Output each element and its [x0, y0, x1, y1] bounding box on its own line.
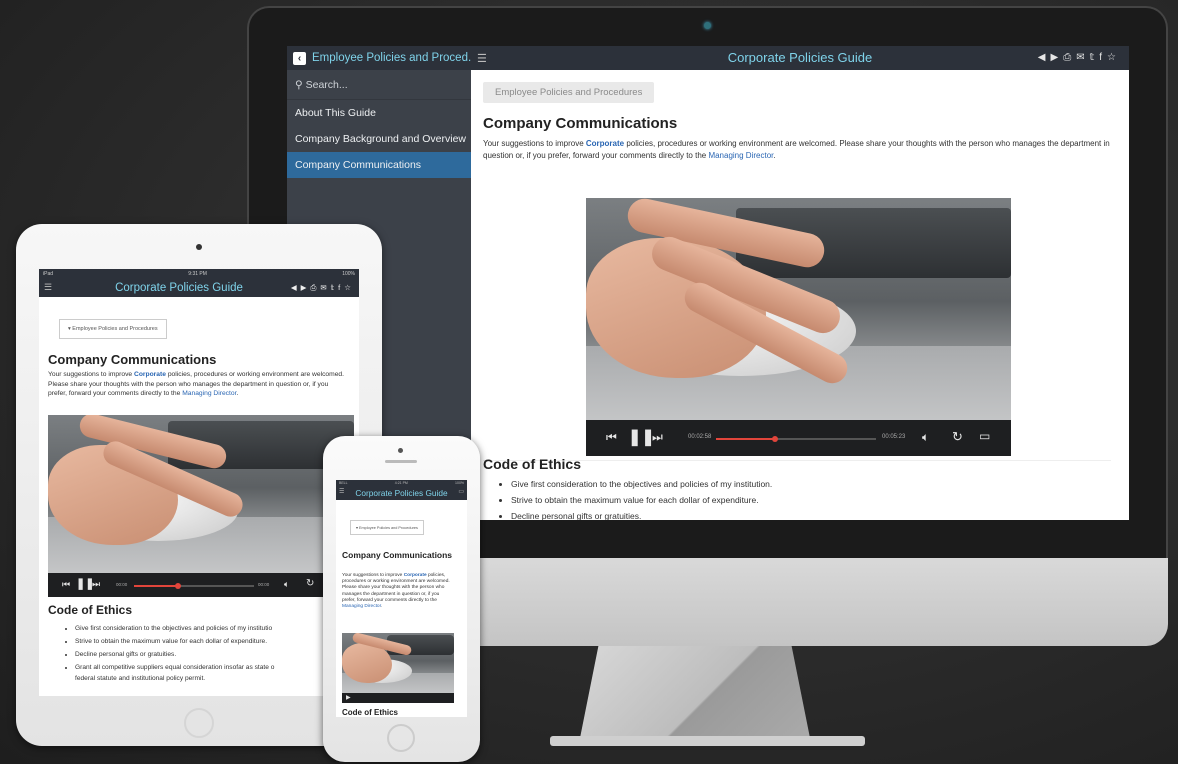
- phone-screen: BELL 4:21 PM 100% ☰ Corporate Policies G…: [336, 480, 467, 717]
- ethics-list: Give first consideration to the objectiv…: [75, 622, 355, 683]
- phone-home-button[interactable]: [387, 724, 415, 752]
- sidebar-item-about[interactable]: About This Guide: [287, 100, 471, 126]
- intro-text-3: .: [236, 390, 239, 397]
- search-placeholder: Search...: [305, 79, 348, 91]
- list-item: Strive to obtain the maximum value for e…: [511, 492, 772, 508]
- tablet-camera: [196, 244, 202, 250]
- list-item: Strive to obtain the maximum value for e…: [75, 635, 355, 648]
- sidebar-item-communications[interactable]: Company Communications: [287, 152, 471, 178]
- tablet-top-bar: ☰ Corporate Policies Guide ◀▶⎙✉𝕥f☆: [39, 279, 359, 297]
- list-item: Decline personal gifts or gratuities.: [511, 508, 772, 520]
- video-controls: ▶: [342, 693, 454, 703]
- progress-knob[interactable]: [175, 583, 182, 589]
- list-item: Decline personal gifts or gratuities.: [75, 648, 355, 661]
- monitor-base: [550, 736, 865, 746]
- search-input[interactable]: ⚲ Search...: [287, 70, 471, 100]
- ethics-heading: Code of Ethics: [48, 603, 133, 617]
- monitor-stand: [580, 646, 810, 738]
- print-icon[interactable]: ⎙: [310, 283, 320, 292]
- phone-device: BELL 4:21 PM 100% ☰ Corporate Policies G…: [323, 436, 480, 762]
- ethics-heading: Code of Ethics: [483, 456, 582, 472]
- intro-text-1: Your suggestions to improve: [342, 573, 404, 578]
- list-item-continued: federal statute and institutional policy…: [75, 675, 206, 682]
- breadcrumb-label: Employee Policies and Procedures: [358, 526, 418, 530]
- status-time: 9:31 PM: [188, 271, 207, 277]
- play-icon[interactable]: ▶: [346, 694, 351, 701]
- list-item: Grant all competitive suppliers equal co…: [75, 661, 355, 674]
- camera-dot: [704, 22, 711, 29]
- ethics-heading: Code of Ethics: [342, 708, 399, 717]
- progress-bar[interactable]: [134, 583, 254, 589]
- rewind-icon[interactable]: ⏮: [62, 579, 70, 590]
- video-controls: ⏮ ❚❚ ⏭ 00:00 00:00 🔈︎ ↻ ▭: [48, 573, 354, 597]
- loop-icon[interactable]: ↻: [306, 578, 314, 589]
- app-title: Corporate Policies Guide: [355, 488, 448, 498]
- star-icon[interactable]: ☆: [344, 283, 355, 292]
- ethics-list: Give first consideration to the objectiv…: [511, 476, 772, 520]
- volume-icon[interactable]: 🔈︎: [284, 579, 289, 590]
- more-icon[interactable]: ▭: [458, 488, 464, 495]
- sidebar-header[interactable]: ‹ Employee Policies and Proced...: [287, 46, 471, 70]
- video-player[interactable]: ▶: [342, 633, 454, 703]
- prev-icon[interactable]: ◀: [291, 283, 301, 292]
- video-player[interactable]: ⏮ ❚❚ ⏭ 00:00 00:00 🔈︎ ↻ ▭: [48, 415, 354, 597]
- sidebar-header-label: Employee Policies and Proced...: [312, 52, 471, 64]
- intro-text-3: .: [380, 604, 383, 610]
- sidebar-item-background[interactable]: Company Background and Overview: [287, 126, 471, 152]
- tablet-screen: iPad 9:31 PM 100% ☰ Corporate Policies G…: [39, 269, 359, 696]
- app-title: Corporate Policies Guide: [115, 282, 243, 294]
- phone-top-bar: ☰ Corporate Policies Guide ▭: [336, 486, 467, 500]
- toolbar-icons: ◀▶⎙✉𝕥f☆: [291, 279, 355, 297]
- next-icon[interactable]: ▶: [301, 283, 311, 292]
- time-total: 00:00: [258, 582, 270, 587]
- breadcrumb-dropdown[interactable]: ▾ Employee Policies and Procedures: [59, 319, 167, 339]
- intro-paragraph: Your suggestions to improve Corporate po…: [48, 370, 348, 399]
- list-item: Give first consideration to the objectiv…: [75, 622, 355, 635]
- email-icon[interactable]: ✉: [320, 283, 330, 292]
- breadcrumb-dropdown[interactable]: ▾ Employee Policies and Procedures: [350, 520, 424, 535]
- page-title: Company Communications: [342, 550, 453, 560]
- progress-fill: [134, 585, 179, 587]
- intro-paragraph: Your suggestions to improve Corporate po…: [342, 573, 452, 610]
- list-item: Give first consideration to the objectiv…: [511, 476, 772, 492]
- intro-text-1: Your suggestions to improve: [48, 371, 134, 378]
- breadcrumb-label: Employee Policies and Procedures: [72, 326, 158, 332]
- managing-director-link[interactable]: Managing Director: [182, 390, 236, 397]
- phone-camera: [398, 448, 403, 453]
- tablet-home-button[interactable]: [184, 708, 214, 738]
- tablet-status-bar: iPad 9:31 PM 100%: [39, 269, 359, 279]
- managing-director-link[interactable]: Managing Director: [342, 604, 381, 609]
- page-title: Company Communications: [48, 352, 217, 367]
- time-elapsed: 00:00: [116, 582, 128, 587]
- corporate-link[interactable]: Corporate: [134, 371, 166, 378]
- search-icon: ⚲: [295, 79, 306, 91]
- forward-icon[interactable]: ⏭: [92, 579, 100, 590]
- status-carrier: iPad: [43, 271, 54, 277]
- back-arrow-icon[interactable]: ‹: [293, 52, 306, 65]
- status-battery: 100%: [342, 271, 355, 277]
- phone-speaker: [385, 460, 417, 463]
- corporate-link[interactable]: Corporate: [404, 573, 427, 578]
